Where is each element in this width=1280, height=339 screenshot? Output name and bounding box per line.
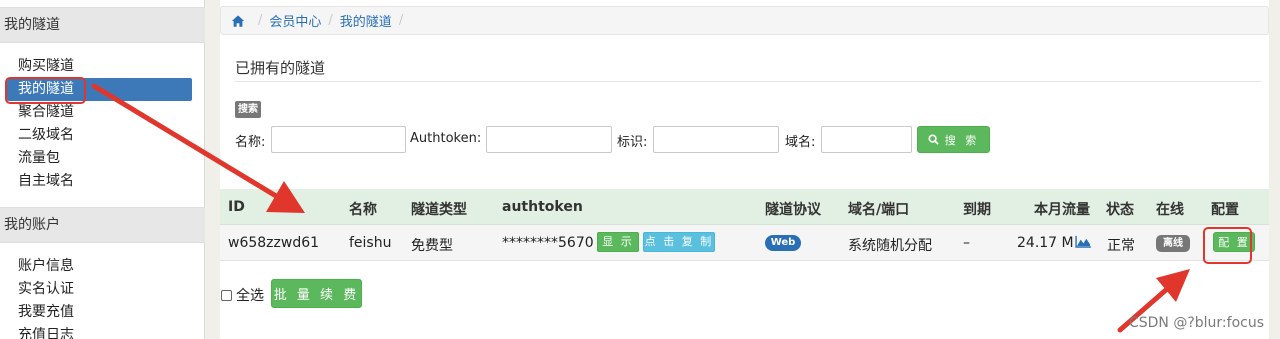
breadcrumb-separator: / bbox=[398, 13, 404, 28]
divider bbox=[235, 81, 1261, 82]
column-header-online: 在线 bbox=[1156, 202, 1184, 218]
breadcrumb: / 会员中心 / 我的隧道 / bbox=[220, 6, 1269, 35]
select-all[interactable]: 全选 bbox=[221, 285, 264, 305]
sidebar: 我的隧道 购买隧道 我的隧道 聚合隧道 二级域名 流量包 自主域名 我的账户 账… bbox=[0, 0, 205, 339]
sidebar-item-buy-tunnel[interactable]: 购买隧道 bbox=[0, 55, 205, 78]
tunnel-name: feishu bbox=[349, 235, 392, 251]
home-icon[interactable] bbox=[231, 14, 245, 28]
column-header-id: ID bbox=[228, 199, 245, 215]
search-button[interactable]: 搜 索 bbox=[917, 126, 990, 153]
tunnel-type: 免费型 bbox=[411, 238, 453, 254]
domain-label: 域名: bbox=[785, 135, 816, 150]
online-status-badge: 离线 bbox=[1156, 235, 1190, 252]
tunnel-expire: – bbox=[963, 235, 970, 251]
sidebar-item-account-info[interactable]: 账户信息 bbox=[0, 255, 205, 278]
sidebar-item-recharge-log[interactable]: 充值日志 bbox=[0, 324, 205, 339]
column-header-config: 配置 bbox=[1211, 202, 1239, 218]
show-token-button[interactable]: 显 示 bbox=[597, 232, 639, 252]
breadcrumb-separator: / bbox=[328, 13, 333, 28]
highlight-box-config bbox=[1203, 227, 1252, 264]
protocol-badge: Web bbox=[765, 235, 801, 251]
table-row: w658zzwd61 feishu 免费型 ********5670 显 示 点… bbox=[220, 225, 1269, 261]
sidebar-item-verification[interactable]: 实名认证 bbox=[0, 278, 205, 301]
breadcrumb-separator: / bbox=[258, 13, 263, 28]
sidebar-account-menu: 账户信息 实名认证 我要充值 充值日志 bbox=[0, 255, 205, 339]
column-header-authtoken: authtoken bbox=[502, 199, 583, 215]
sidebar-item-custom-domain[interactable]: 自主域名 bbox=[0, 170, 205, 193]
sidebar-item-traffic-pack[interactable]: 流量包 bbox=[0, 147, 205, 170]
column-header-type: 隧道类型 bbox=[411, 202, 467, 218]
search-icon bbox=[928, 134, 939, 145]
search-tag: 搜索 bbox=[235, 101, 261, 118]
sidebar-item-recharge[interactable]: 我要充值 bbox=[0, 301, 205, 324]
column-header-name: 名称 bbox=[349, 202, 377, 218]
search-button-label: 搜 索 bbox=[944, 133, 980, 147]
tunnel-traffic: 24.17 M bbox=[1017, 235, 1074, 251]
main-panel: / 会员中心 / 我的隧道 / 已拥有的隧道 搜索 名称: Authtoken:… bbox=[220, 0, 1269, 339]
tunnel-id: w658zzwd61 bbox=[228, 235, 320, 251]
tunnel-status: 正常 bbox=[1107, 238, 1135, 254]
copy-token-button[interactable]: 点 击 复 制 bbox=[643, 232, 715, 252]
identifier-input[interactable] bbox=[653, 126, 779, 153]
authtoken-label: Authtoken: bbox=[410, 131, 482, 146]
breadcrumb-my-tunnels[interactable]: 我的隧道 bbox=[340, 11, 392, 30]
sidebar-section-tunnels-title: 我的隧道 bbox=[0, 7, 205, 43]
name-input[interactable] bbox=[271, 126, 406, 153]
sidebar-tunnels-menu: 购买隧道 我的隧道 聚合隧道 二级域名 流量包 自主域名 bbox=[0, 55, 205, 193]
column-header-domain-port: 域名/端口 bbox=[848, 202, 910, 218]
batch-renew-label: 批 量 续 费 bbox=[273, 288, 360, 303]
sidebar-section-account-title: 我的账户 bbox=[0, 207, 205, 243]
breadcrumb-member-center[interactable]: 会员中心 bbox=[269, 11, 321, 30]
page-title: 已拥有的隧道 bbox=[235, 59, 326, 77]
column-header-expire: 到期 bbox=[963, 202, 991, 218]
tunnel-authtoken: ********5670 bbox=[502, 235, 594, 251]
domain-input[interactable] bbox=[821, 126, 912, 153]
sidebar-item-subdomain[interactable]: 二级域名 bbox=[0, 124, 205, 147]
batch-renew-button[interactable]: 批 量 续 费 bbox=[271, 279, 362, 308]
highlight-box-my-tunnels bbox=[5, 77, 86, 104]
watermark: CSDN @?blur:focus bbox=[1128, 315, 1264, 331]
tunnel-domain: 系统随机分配 bbox=[848, 238, 932, 254]
table-header: ID 名称 隧道类型 authtoken 隧道协议 域名/端口 到期 本月流量 … bbox=[220, 189, 1269, 225]
column-header-protocol: 隧道协议 bbox=[765, 202, 821, 218]
name-label: 名称: bbox=[235, 135, 266, 150]
authtoken-input[interactable] bbox=[486, 126, 612, 153]
select-all-label: 全选 bbox=[236, 288, 264, 304]
select-all-checkbox[interactable] bbox=[221, 289, 232, 301]
sidebar-item-aggregate-tunnel[interactable]: 聚合隧道 bbox=[0, 101, 205, 124]
traffic-chart-icon[interactable] bbox=[1075, 235, 1092, 248]
column-header-monthly-traffic: 本月流量 bbox=[1034, 202, 1090, 218]
column-header-status: 状态 bbox=[1106, 202, 1134, 218]
identifier-label: 标识: bbox=[617, 135, 648, 150]
